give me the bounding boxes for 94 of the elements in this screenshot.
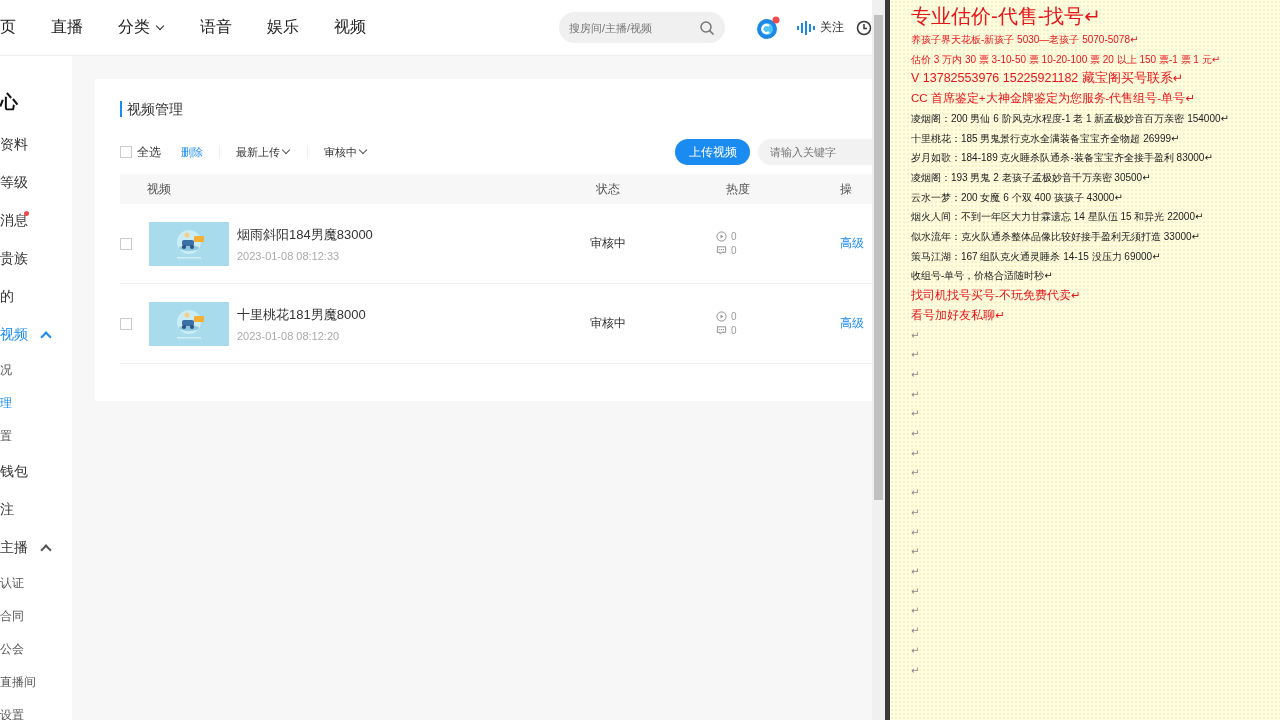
sidebar-item[interactable]: 等级 [0, 174, 28, 192]
document-line: 养孩子界天花板-新孩子 5030—老孩子 5070-5078↵ [911, 33, 1139, 47]
sidebar-item[interactable]: 资料 [0, 136, 28, 154]
sidebar-item[interactable]: 的 [0, 288, 14, 306]
paragraph-mark: ↵ [911, 407, 920, 422]
follow-button[interactable]: 关注 [797, 19, 844, 36]
nav-link[interactable]: 视频 [334, 17, 366, 38]
document-line: V 13782553976 15225921182 藏宝阁买号联系↵ [911, 70, 1184, 88]
paragraph-mark: ↵ [911, 505, 920, 520]
paragraph-mark: ↵ [911, 604, 920, 619]
logo-icon[interactable] [755, 14, 781, 41]
column-header: 操 [840, 180, 853, 198]
sidebar-item[interactable]: 公会 [0, 641, 24, 658]
comment-count: 0 [731, 325, 737, 336]
comment-icon [716, 245, 727, 256]
row-checkbox[interactable] [120, 317, 132, 330]
sidebar-item[interactable]: 视频 [0, 326, 28, 344]
paragraph-mark: ↵ [911, 466, 920, 481]
column-header: 视频 [146, 180, 172, 198]
sidebar-item[interactable]: 钱包 [0, 463, 28, 481]
document-line: 看号加好友私聊↵ [911, 307, 1005, 323]
document-line: 十里桃花：185 男鬼景行克水全满装备宝宝齐全物超 26999↵ [911, 131, 1180, 146]
sidebar-item[interactable]: 直播间 [0, 674, 36, 691]
video-title[interactable]: 烟雨斜阳184男魔83000 [237, 225, 373, 244]
video-title[interactable]: 十里桃花181男魔8000 [237, 305, 366, 324]
paragraph-mark: ↵ [911, 525, 920, 540]
document-line: 岁月如歌：184-189 克火睡杀队通杀-装备宝宝齐全接手盈利 83000↵ [911, 151, 1213, 166]
play-icon [716, 231, 727, 242]
sidebar-item[interactable]: 注 [0, 501, 14, 519]
status-text: 审核中 [588, 315, 627, 332]
play-count: 0 [731, 311, 737, 322]
scrollbar[interactable] [872, 0, 885, 720]
sidebar-item[interactable]: 主播 [0, 539, 28, 557]
paragraph-mark: ↵ [911, 545, 920, 560]
clock-icon[interactable] [856, 19, 872, 36]
sound-bars-icon [797, 20, 815, 35]
document-line: 云水一梦：200 女魔 6 个双 400 孩孩子 43000↵ [911, 190, 1123, 205]
paragraph-mark: ↵ [911, 348, 920, 363]
sort-dropdown[interactable]: 最新上传 [236, 144, 291, 160]
document-line: 凌烟阁：200 男仙 6 阶风克水程度-1 老 1 新孟极妙音百万亲密 154000↵ [911, 111, 1229, 126]
paragraph-mark: ↵ [911, 643, 920, 658]
upload-date: 2023-01-08 08:12:20 [237, 329, 341, 342]
sidebar-item[interactable]: 况 [0, 362, 12, 379]
sidebar-item[interactable]: 设置 [0, 707, 24, 720]
status-text: 审核中 [588, 235, 627, 252]
upload-video-button[interactable]: 上传视频 [675, 139, 750, 165]
play-count: 0 [731, 231, 737, 242]
sidebar-item[interactable]: 贵族 [0, 250, 28, 268]
nav-link[interactable]: 语音 [200, 17, 232, 38]
paragraph-mark: ↵ [911, 584, 920, 599]
nav-link[interactable]: 分类 [118, 17, 165, 38]
sidebar-item[interactable]: 合同 [0, 608, 24, 625]
paragraph-mark: ↵ [911, 328, 920, 343]
sidebar-heading: 心 [0, 91, 18, 114]
paragraph-mark: ↵ [911, 565, 920, 579]
nav-link[interactable]: 直播 [51, 17, 83, 38]
comment-icon [716, 325, 727, 336]
delete-link[interactable]: 删除 [181, 144, 203, 160]
column-header: 热度 [724, 180, 751, 198]
paragraph-mark: ↵ [911, 486, 920, 501]
document-line: 凌烟阁：193 男鬼 2 老孩子孟极妙音千万亲密 30500↵ [911, 170, 1151, 185]
paragraph-mark: ↵ [911, 427, 920, 442]
document-line: 烟火人间：不到一年区大力甘霖遗忘 14 星队伍 15 和异光 22000↵ [911, 210, 1204, 225]
status-filter-dropdown[interactable]: 审核中 [324, 144, 368, 160]
nav-link[interactable]: 页 [0, 17, 16, 38]
play-icon [716, 311, 727, 322]
sidebar-item[interactable]: 理 [0, 395, 12, 412]
document-line: 收组号-单号，价格合适随时秒↵ [911, 269, 1053, 284]
search-icon[interactable] [699, 19, 715, 36]
upload-date: 2023-01-08 08:12:33 [237, 249, 341, 262]
select-all-checkbox[interactable]: 全选 [120, 143, 161, 161]
paragraph-mark: ↵ [911, 624, 920, 639]
keyword-search-field[interactable]: 请输入关键字 [758, 139, 872, 165]
comment-count: 0 [731, 245, 737, 256]
sidebar-item[interactable]: 消息 [0, 212, 28, 230]
sidebar-item[interactable]: 置 [0, 428, 12, 445]
sidebar-item[interactable]: 认证 [0, 575, 24, 592]
paragraph-mark: ↵ [911, 387, 920, 402]
nav-link[interactable]: 娱乐 [267, 17, 299, 38]
column-header: 状态 [594, 180, 621, 198]
document-line: 似水流年：克火队通杀整体品像比较好接手盈利无须打造 33000↵ [911, 230, 1200, 245]
search-field[interactable]: 搜房间/主播/视频 [559, 12, 725, 43]
document-line: CC 首席鉴定+大神金牌鉴定为您服务-代售组号-单号↵ [911, 91, 1195, 107]
document-line: 策马江湖：167 组队克火通灵睡杀 14-15 没压力 69000↵ [911, 249, 1161, 264]
paragraph-mark: ↵ [911, 367, 920, 382]
scrollbar-thumb[interactable] [874, 15, 883, 500]
advanced-edit-link[interactable]: 高级 [840, 235, 872, 252]
paragraph-mark: ↵ [911, 446, 920, 461]
document-line: 找司机找号买号-不玩免费代卖↵ [911, 288, 1081, 304]
document-title: 专业估价-代售-找号↵ [911, 4, 1102, 29]
document-line: 估价 3 万内 30 票 3-10-50 票 10-20-100 票 20 以上 150 票-1 票 1 元↵ [911, 52, 1221, 67]
paragraph-mark: ↵ [911, 663, 920, 678]
row-checkbox[interactable] [120, 237, 132, 250]
advanced-edit-link[interactable]: 高级 [840, 315, 872, 332]
